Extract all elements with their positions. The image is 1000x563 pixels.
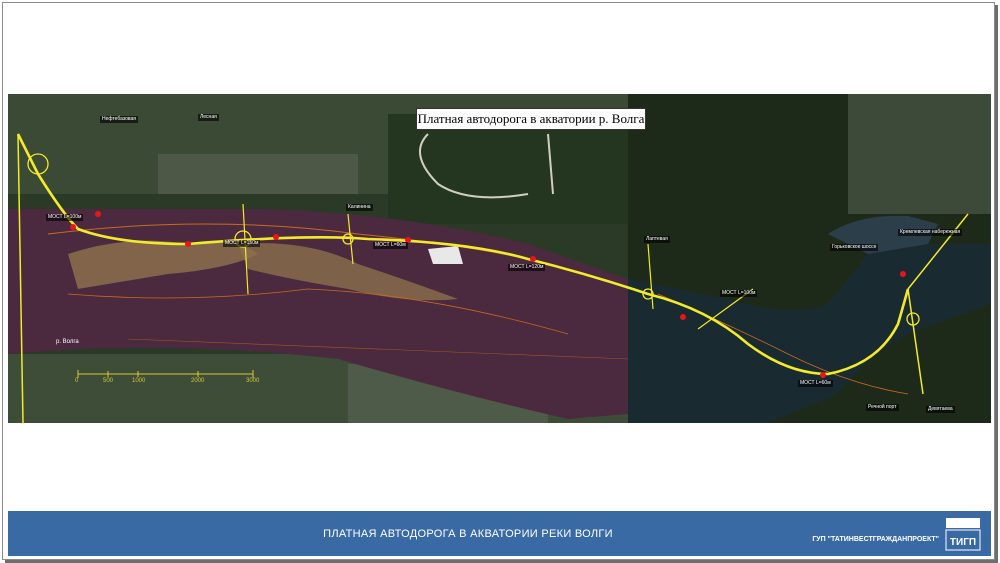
organization-logo-icon: ТИГП xyxy=(945,518,981,551)
place-label: Нефтебазовая xyxy=(100,116,138,123)
scale-tick: 0 xyxy=(75,378,79,384)
map-title: Платная автодорога в акватории р. Волга xyxy=(416,108,646,130)
bridge-label: МОСТ L=120м xyxy=(508,264,546,271)
place-label: Лаптевая xyxy=(644,236,670,243)
river-label: р. Волга xyxy=(56,339,79,345)
scale-tick: 3000 xyxy=(246,378,260,384)
bridge-label: МОСТ L=60м xyxy=(373,242,408,249)
place-label: Девятаева xyxy=(926,406,955,413)
footer-title: ПЛАТНАЯ АВТОДОРОГА В АКВАТОРИИ РЕКИ ВОЛГ… xyxy=(323,527,613,540)
map-drawing xyxy=(8,94,991,423)
bridge-label: МОСТ L=100м xyxy=(720,290,758,297)
scale-tick: 2000 xyxy=(191,378,205,384)
place-label: Калинина xyxy=(346,204,373,211)
sandbank xyxy=(428,246,463,264)
satellite-map: Платная автодорога в акватории р. Волга … xyxy=(8,94,991,423)
place-label: Лесная xyxy=(198,114,219,121)
bridge-label: МОСТ L=100м xyxy=(46,214,84,221)
footer-bar: ПЛАТНАЯ АВТОДОРОГА В АКВАТОРИИ РЕКИ ВОЛГ… xyxy=(8,511,991,556)
bridge-label: МОСТ L=150м xyxy=(223,240,261,247)
place-label: Кремлевская набережная xyxy=(898,229,963,236)
scale-tick: 500 xyxy=(103,378,114,384)
bridge-label: МОСТ L=60м xyxy=(798,380,833,387)
place-label: Горьковское шоссе xyxy=(830,244,879,251)
place-label: Речной порт xyxy=(866,404,899,411)
logo-text: ТИГП xyxy=(950,537,976,548)
scale-tick: 1000 xyxy=(132,378,146,384)
organization-name: ГУП "ТАТИНВЕСТГРАЖДАНПРОЕКТ" xyxy=(812,536,939,543)
